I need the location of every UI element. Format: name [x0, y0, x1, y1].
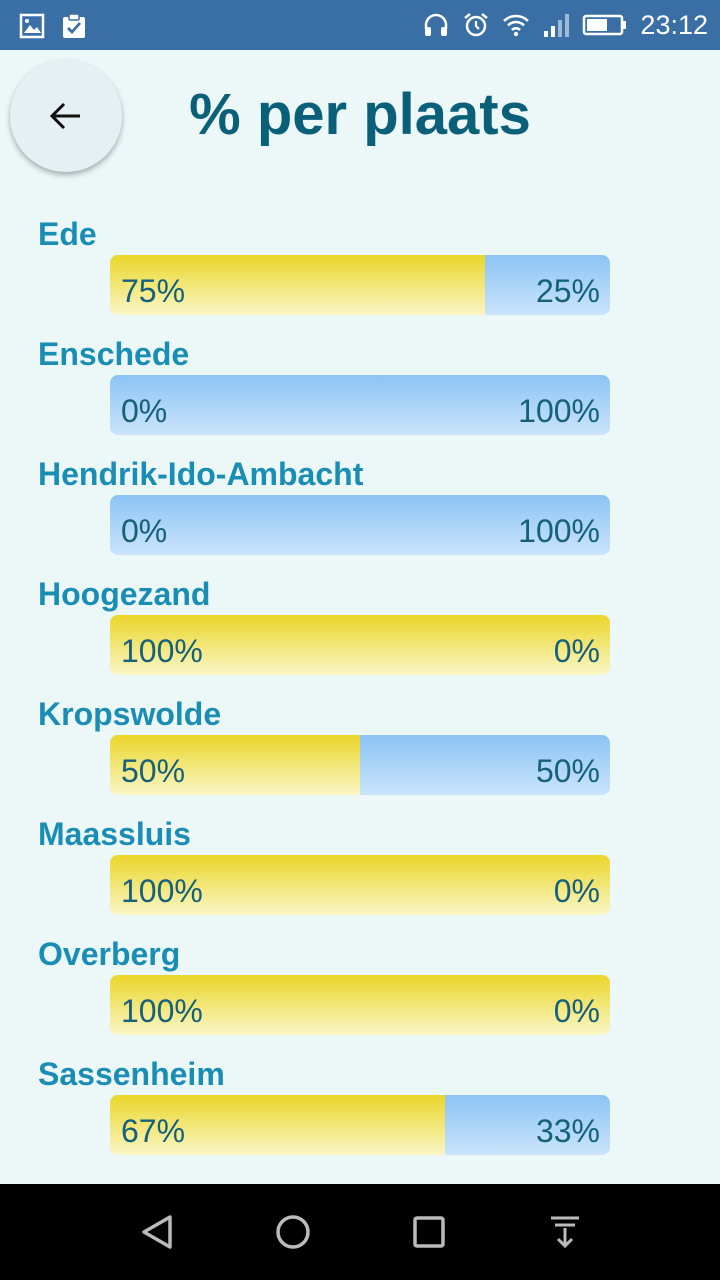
place-row: Hendrik-Ido-Ambacht 0% 100% [0, 452, 720, 572]
status-bar: 23:12 [0, 0, 720, 50]
signal-icon [544, 14, 570, 37]
bar-no-percentage: 50% [535, 753, 600, 789]
nav-recents-button[interactable] [405, 1208, 453, 1256]
bar-yes-percentage: 100% [121, 873, 203, 909]
bar-no-percentage: 100% [518, 513, 600, 549]
notifications-down-icon [551, 1216, 579, 1249]
bar-yes-percentage: 0% [121, 513, 168, 549]
battery-icon [583, 14, 627, 36]
place-row: Ede 75% 25% [0, 212, 720, 332]
back-triangle-icon [142, 1215, 172, 1249]
place-percentage-bar: 100% 0% [110, 855, 610, 915]
place-city-name: Ede [38, 216, 97, 252]
bar-yes-percentage: 100% [121, 993, 203, 1029]
headphones-icon [425, 13, 448, 36]
navigation-bar [0, 1184, 720, 1280]
status-right-icons: 23:12 [422, 8, 708, 42]
page-title: % per plaats [189, 82, 531, 147]
place-city-name: Enschede [38, 336, 190, 372]
bar-yes-percentage: 50% [121, 753, 186, 789]
wifi-icon [503, 14, 530, 37]
place-percentage-bar: 0% 100% [110, 495, 610, 555]
place-city-name: Kropswolde [38, 696, 222, 732]
bar-no-percentage: 33% [535, 1113, 600, 1149]
bar-no-percentage: 0% [553, 873, 600, 909]
place-row: Hoogezand 100% 0% [0, 572, 720, 692]
alarm-icon [464, 13, 489, 37]
place-percentage-bar: 50% 50% [110, 735, 610, 795]
place-city-name: Overberg [38, 936, 181, 972]
status-left-icons [18, 12, 88, 40]
home-circle-icon [276, 1215, 310, 1249]
nav-back-button[interactable] [133, 1208, 181, 1256]
place-percentage-bar: 67% 33% [110, 1095, 610, 1155]
place-percentage-bar: 100% 0% [110, 615, 610, 675]
image-icon [19, 13, 45, 39]
place-city-name: Hoogezand [38, 576, 211, 612]
place-percentage-bar: 75% 25% [110, 255, 610, 315]
nav-home-button[interactable] [269, 1208, 317, 1256]
place-city-name: Maassluis [38, 816, 191, 852]
place-row: Kropswolde 50% 50% [0, 692, 720, 812]
bar-no-percentage: 0% [553, 633, 600, 669]
app-screen: % per plaats Ede 75% 25% Enschede 0% 100% Hend… [0, 50, 720, 1184]
place-row: Maassluis 100% 0% [0, 812, 720, 932]
recents-square-icon [413, 1216, 445, 1248]
place-row: Enschede 0% 100% [0, 332, 720, 452]
bar-yes-percentage: 100% [121, 633, 203, 669]
bar-yes-percentage: 67% [121, 1113, 186, 1149]
place-row: Overberg 100% 0% [0, 932, 720, 1052]
bar-no-percentage: 0% [553, 993, 600, 1029]
nav-notifications-button[interactable] [541, 1208, 589, 1256]
bar-yes-percentage: 0% [121, 393, 168, 429]
back-button[interactable] [10, 60, 122, 172]
bar-no-percentage: 100% [518, 393, 600, 429]
status-time: 23:12 [640, 10, 708, 40]
arrow-left-icon [49, 102, 80, 130]
bar-no-percentage: 25% [535, 273, 600, 309]
place-city-name: Hendrik-Ido-Ambacht [38, 456, 364, 492]
places-list: Ede 75% 25% Enschede 0% 100% Hendrik-Ido-Ambac… [0, 212, 720, 1172]
bar-yes-percentage: 75% [121, 273, 186, 309]
place-percentage-bar: 0% 100% [110, 375, 610, 435]
clipboard-check-icon [63, 13, 85, 38]
place-percentage-bar: 100% 0% [110, 975, 610, 1035]
place-row: Sassenheim 67% 33% [0, 1052, 720, 1172]
place-city-name: Sassenheim [38, 1056, 225, 1092]
